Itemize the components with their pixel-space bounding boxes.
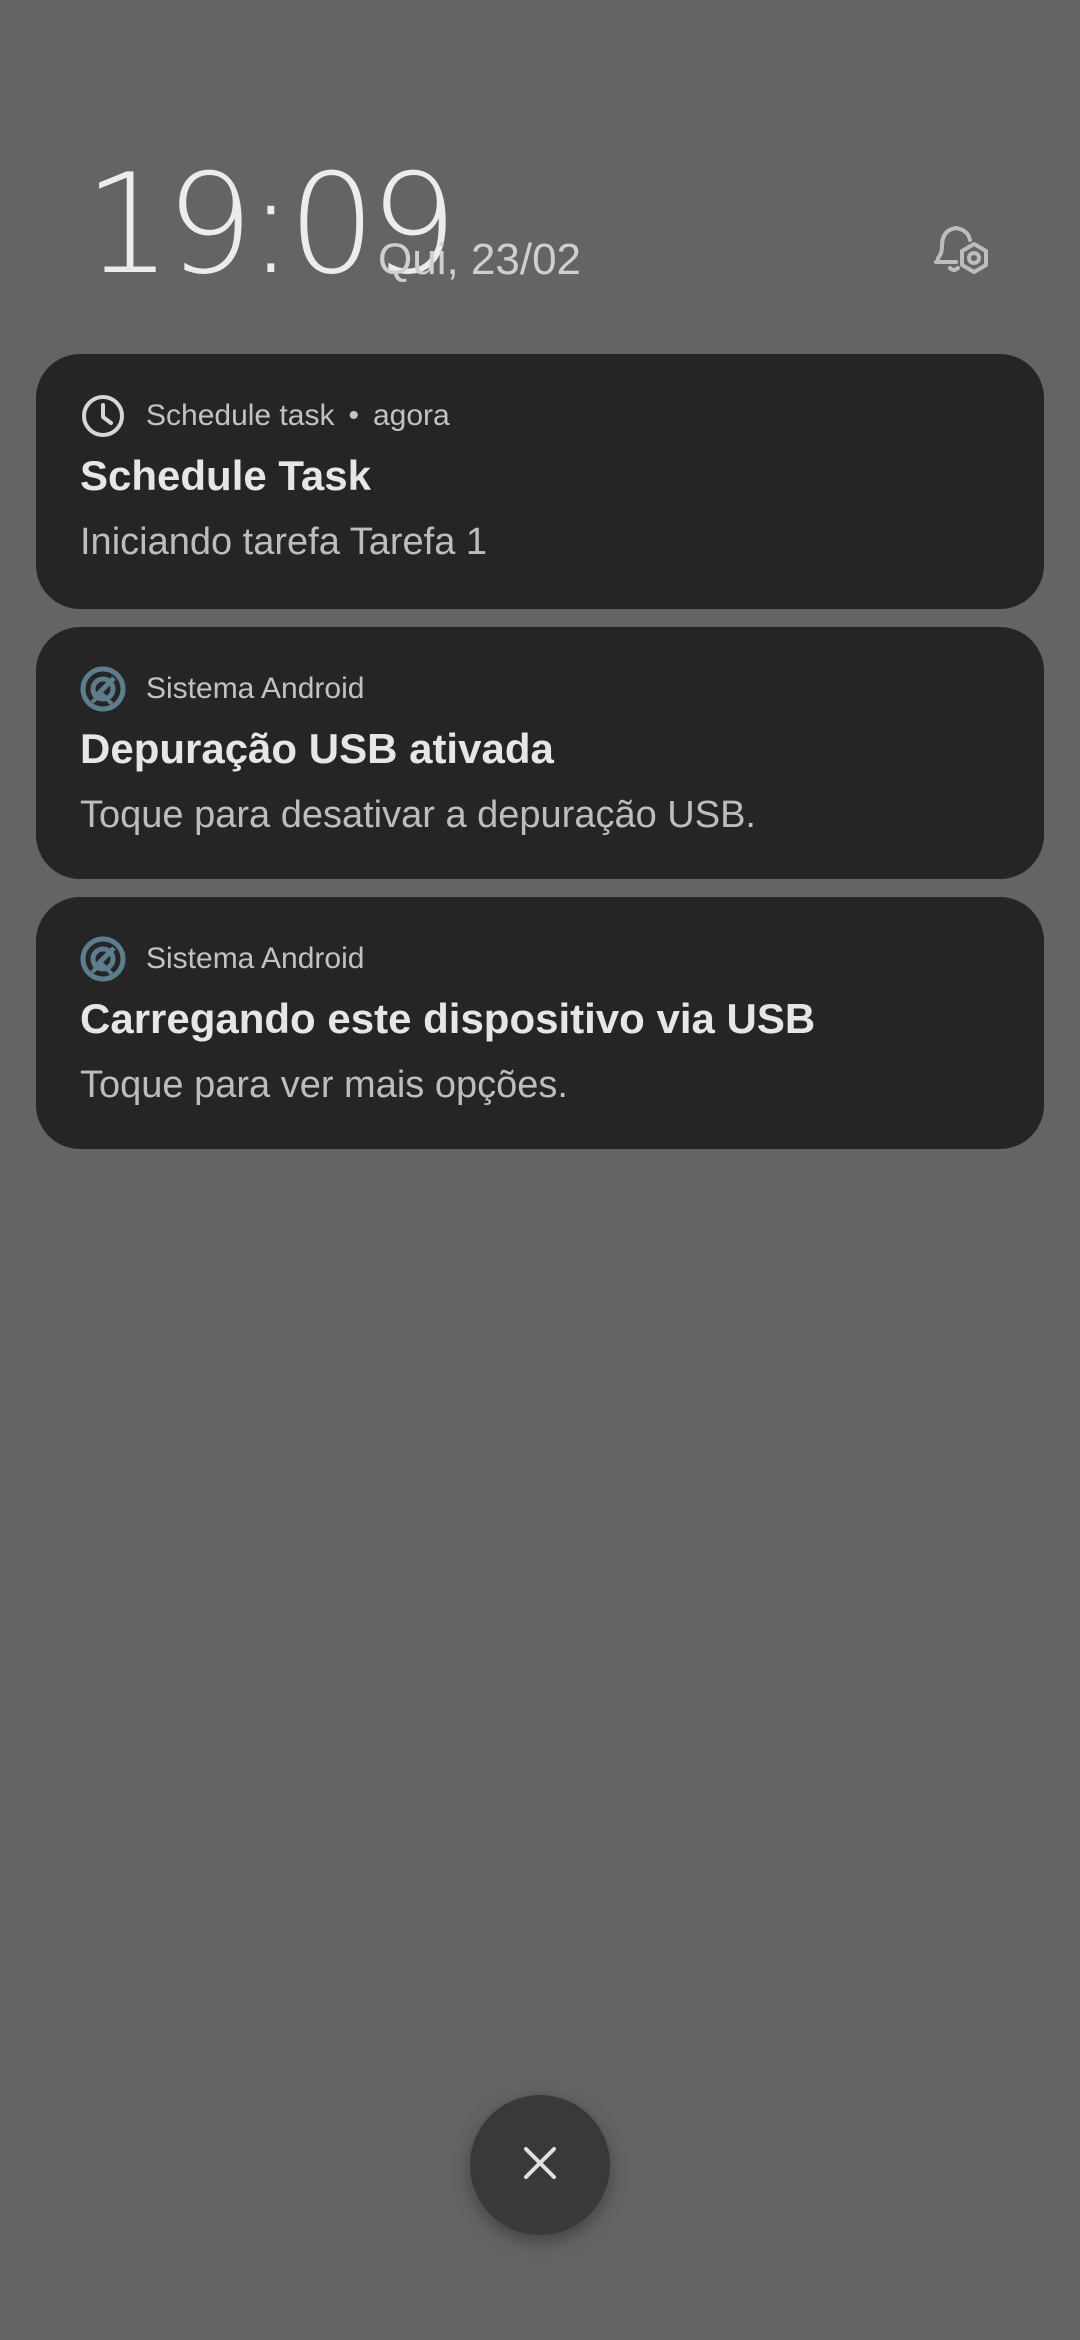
notification-body: Toque para desativar a depuração USB. <box>80 794 756 836</box>
android-system-icon <box>80 666 126 712</box>
clear-all-button[interactable] <box>470 2095 610 2235</box>
app-name: Sistema Android <box>146 672 365 705</box>
notification-card-schedule-task[interactable]: Schedule task • agora Schedule Task Inic… <box>36 354 1044 609</box>
notification-time: agora <box>372 399 450 432</box>
notification-header: Sistema Android <box>80 933 364 985</box>
app-name: Schedule task <box>146 399 335 432</box>
notification-card-usb-charging[interactable]: Sistema Android Carregando este disposit… <box>36 897 1044 1149</box>
separator-dot: • <box>348 399 359 432</box>
bell-gear-icon[interactable] <box>930 218 996 284</box>
notification-title: Depuração USB ativada <box>80 725 554 772</box>
notification-title: Carregando este dispositivo via USB <box>80 995 816 1042</box>
clock-icon <box>80 393 126 439</box>
date: Qui, 23/02 <box>378 235 582 284</box>
notification-body: Iniciando tarefa Tarefa 1 <box>80 521 488 563</box>
android-system-icon <box>80 936 126 982</box>
lockscreen-header: 19:09 Qui, 23/02 <box>0 0 1080 340</box>
notification-card-usb-debugging[interactable]: Sistema Android Depuração USB ativada To… <box>36 627 1044 879</box>
notification-title: Schedule Task <box>80 452 372 499</box>
app-name: Sistema Android <box>146 942 365 975</box>
close-icon <box>520 2143 560 2188</box>
notification-header: Schedule task • agora <box>80 390 450 442</box>
notification-header: Sistema Android <box>80 663 364 715</box>
notification-body: Toque para ver mais opções. <box>80 1064 568 1106</box>
